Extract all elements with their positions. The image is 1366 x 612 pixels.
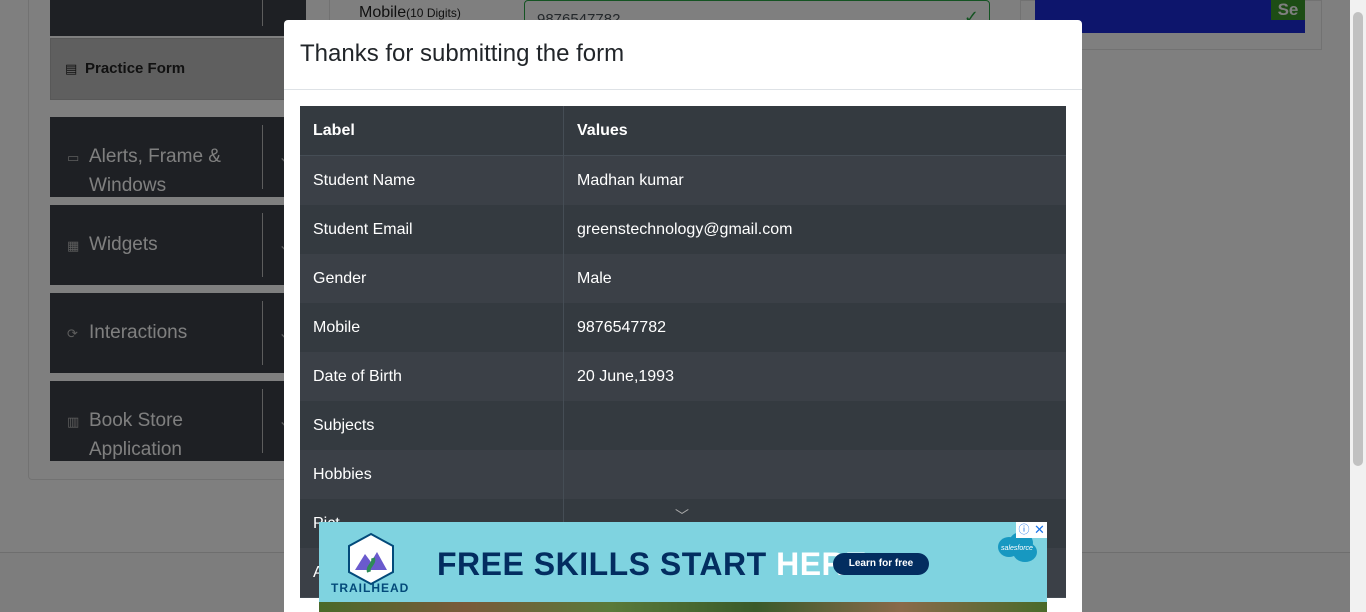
row-value: Male <box>577 270 612 287</box>
ad-info-icon[interactable]: ⓘ <box>1016 522 1032 538</box>
table-row: Student Email greenstechnology@gmail.com <box>300 205 1066 255</box>
row-value: greenstechnology@gmail.com <box>577 221 793 238</box>
learn-for-free-button[interactable]: Learn for free <box>833 553 929 575</box>
row-label-cell: Mobile <box>300 303 564 352</box>
modal-title: Thanks for submitting the form <box>300 40 625 67</box>
row-label-cell: Hobbies <box>300 450 564 499</box>
table-row: Subjects <box>300 401 1066 451</box>
row-label: Subjects <box>313 417 375 434</box>
table-row: Hobbies <box>300 450 1066 500</box>
row-label-cell: Subjects <box>300 401 564 450</box>
header-cell-label: Label <box>300 106 564 155</box>
page-scrollbar[interactable] <box>1350 0 1366 612</box>
table-row: Date of Birth 20 June,1993 <box>300 352 1066 402</box>
row-label: Gender <box>313 270 367 287</box>
row-value-cell: 20 June,1993 <box>564 352 1066 401</box>
row-label: Hobbies <box>313 466 372 483</box>
trailhead-wordmark: TRAILHEAD <box>331 581 410 595</box>
row-value-cell <box>564 401 1066 450</box>
ad-illustration <box>319 602 1047 612</box>
table-header-row: Label Values <box>300 106 1066 156</box>
modal-header: Thanks for submitting the form <box>284 20 1082 90</box>
row-value: 9876547782 <box>577 319 666 336</box>
row-label-cell: Student Name <box>300 156 564 205</box>
row-label: Student Email <box>313 221 413 238</box>
row-value: Madhan kumar <box>577 172 684 189</box>
row-value-cell: 9876547782 <box>564 303 1066 352</box>
table-row: Gender Male <box>300 254 1066 304</box>
scrollbar-thumb[interactable] <box>1353 12 1363 466</box>
trailhead-ad-banner[interactable]: TRAILHEAD FREE SKILLS START HERE. Learn … <box>319 522 1047 612</box>
ad-headline: FREE SKILLS START HERE. <box>437 546 876 583</box>
row-label-cell: Gender <box>300 254 564 303</box>
row-value-cell: Male <box>564 254 1066 303</box>
ad-close-icon[interactable]: ✕ <box>1032 522 1047 538</box>
header-values: Values <box>577 122 628 139</box>
row-value-cell: Madhan kumar <box>564 156 1066 205</box>
row-label: Student Name <box>313 172 416 189</box>
table-row: Mobile 9876547782 <box>300 303 1066 353</box>
header-label: Label <box>313 122 355 139</box>
row-value-cell: greenstechnology@gmail.com <box>564 205 1066 254</box>
header-cell-values: Values <box>564 106 1066 155</box>
table-row: Student Name Madhan kumar <box>300 156 1066 206</box>
row-value-cell <box>564 450 1066 499</box>
row-label: Date of Birth <box>313 368 402 385</box>
row-label: Mobile <box>313 319 361 336</box>
row-label-cell: Student Email <box>300 205 564 254</box>
row-value: 20 June,1993 <box>577 368 674 385</box>
ad-headline-dark: FREE SKILLS START <box>437 546 767 582</box>
salesforce-wordmark: salesforce <box>1001 545 1033 552</box>
row-label-cell: Date of Birth <box>300 352 564 401</box>
